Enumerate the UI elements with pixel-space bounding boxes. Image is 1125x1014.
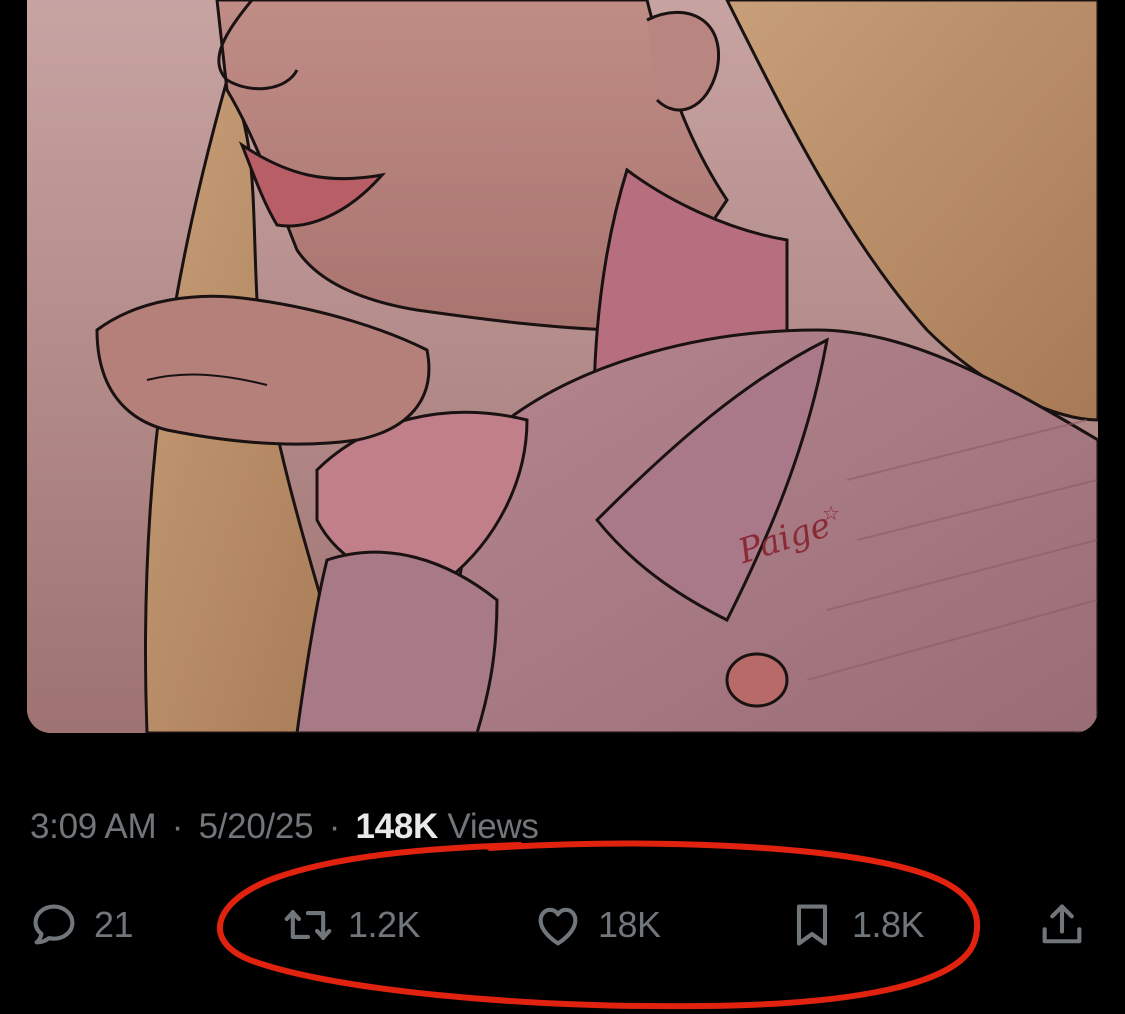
illustration-artwork: Paige ☆ <box>27 0 1098 733</box>
bookmark-icon <box>796 904 828 946</box>
meta-separator: · <box>171 807 184 846</box>
post-meta-line: 3:09 AM · 5/20/25 · 148K Views <box>30 804 539 850</box>
views-count[interactable]: 148K <box>355 807 438 846</box>
reply-count: 21 <box>94 904 134 945</box>
bookmark-button[interactable]: 1.8K <box>786 890 925 960</box>
reply-button[interactable]: 21 <box>28 890 134 960</box>
heart-icon <box>538 907 578 946</box>
views-label[interactable]: Views <box>447 807 539 846</box>
post-image[interactable]: Paige ☆ <box>27 0 1098 733</box>
meta-separator: · <box>328 807 341 846</box>
post-date[interactable]: 5/20/25 <box>199 807 314 846</box>
share-upload-icon <box>1042 904 1082 944</box>
post-action-bar: 21 1.2K 18K 1.8K <box>0 890 1125 960</box>
repost-button[interactable]: 1.2K <box>282 890 421 960</box>
post-detail-screen: Paige ☆ 3:09 AM · 5/20/25 · 148K Views 2… <box>0 0 1125 1014</box>
bookmark-count: 1.8K <box>852 904 925 945</box>
repost-count: 1.2K <box>348 904 421 945</box>
repost-arrows-icon <box>284 909 332 941</box>
speech-bubble-icon <box>33 904 75 945</box>
post-time: 3:09 AM <box>30 807 157 846</box>
share-button[interactable] <box>1036 890 1088 960</box>
like-button[interactable]: 18K <box>532 890 661 960</box>
like-count: 18K <box>598 904 661 945</box>
svg-text:☆: ☆ <box>822 503 840 525</box>
